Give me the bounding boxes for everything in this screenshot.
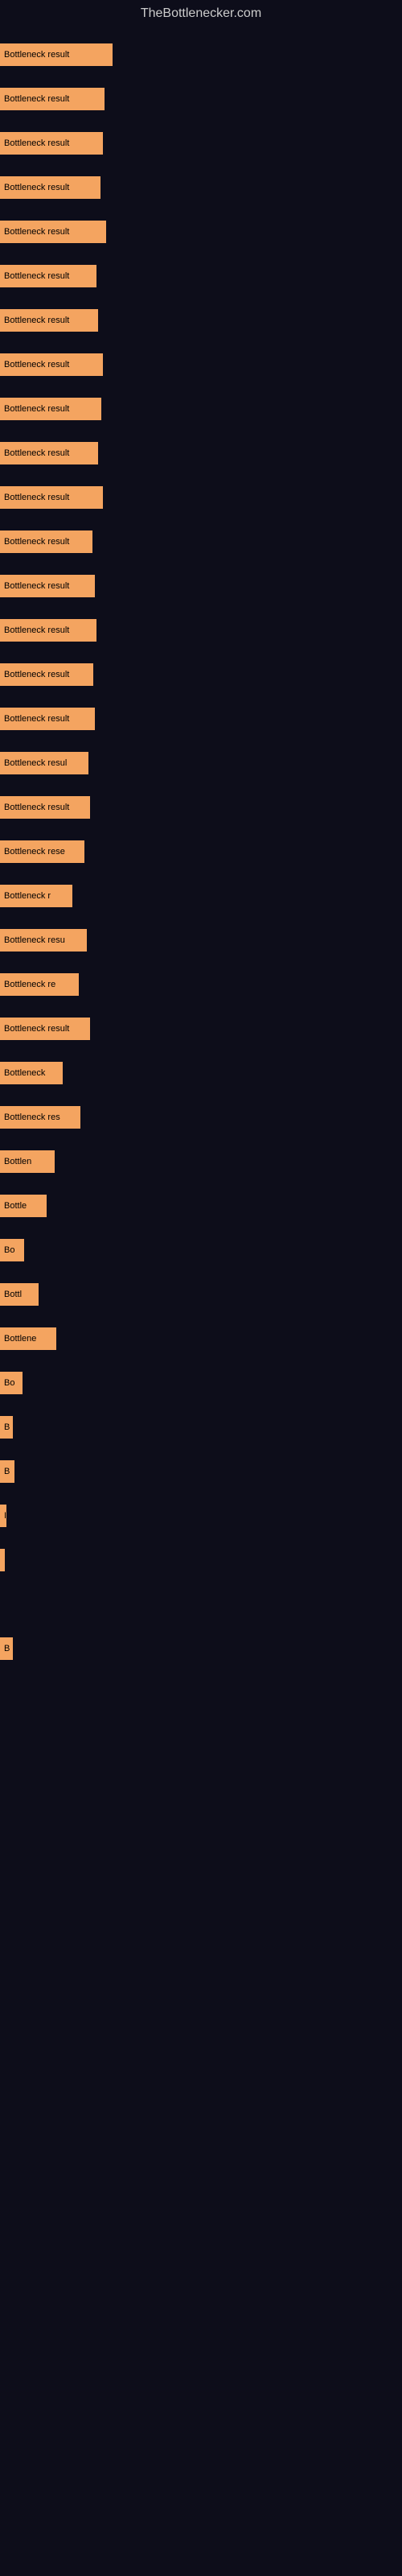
bar-item: Bottleneck result — [0, 88, 105, 110]
bar-label: Bottlen — [4, 1157, 31, 1166]
bar-item: Bottleneck result — [0, 398, 101, 420]
bar-item: Bottleneck res — [0, 1106, 80, 1129]
bar-item: Bottleneck rese — [0, 840, 84, 863]
bar-label: Bottleneck result — [4, 803, 69, 812]
bar-item: Bottleneck result — [0, 265, 96, 287]
bar-label: Bottleneck result — [4, 625, 69, 635]
bar-label: B — [4, 1422, 10, 1432]
bar-label: Bottleneck resul — [4, 758, 67, 768]
bar-label: I — [4, 1555, 5, 1565]
bar-item: Bottleneck result — [0, 796, 90, 819]
bar-label: Bottleneck rese — [4, 847, 65, 857]
bar-label: Bottle — [4, 1201, 27, 1211]
bar-item: B — [0, 1637, 13, 1660]
bar-item: Bottleneck result — [0, 132, 103, 155]
bar-item: Bottleneck result — [0, 530, 92, 553]
bar-label: B — [4, 1467, 10, 1476]
bar-item: Bottleneck result — [0, 353, 103, 376]
bar-item: B — [0, 1460, 14, 1483]
bar-label: Bottleneck result — [4, 94, 69, 104]
bar-label: Bo — [4, 1378, 14, 1388]
bar-item: B — [0, 1416, 13, 1439]
bar-label: Bottleneck r — [4, 891, 51, 901]
bar-item: Bottleneck resu — [0, 929, 87, 952]
bar-label: Bottlene — [4, 1334, 36, 1344]
bar-label: Bottleneck result — [4, 448, 69, 458]
bar-item: Bottlen — [0, 1150, 55, 1173]
bar-label: Bottleneck — [4, 1068, 45, 1078]
bar-label: Bottleneck result — [4, 581, 69, 591]
bar-label: Bottleneck result — [4, 404, 69, 414]
bar-item: Bottleneck result — [0, 663, 93, 686]
bar-label: Bottl — [4, 1290, 22, 1299]
bar-item: Bo — [0, 1372, 23, 1394]
bar-item: I — [0, 1549, 5, 1571]
bar-item: Bottleneck result — [0, 575, 95, 597]
site-title: TheBottlenecker.com — [0, 0, 402, 27]
bar-label: Bottleneck result — [4, 227, 69, 237]
bar-label: Bottleneck result — [4, 316, 69, 325]
bar-label: I — [4, 1511, 6, 1521]
bar-label: Bottleneck resu — [4, 935, 65, 945]
bar-item: Bottlene — [0, 1327, 56, 1350]
bar-item: Bo — [0, 1239, 24, 1261]
bar-label: Bottleneck result — [4, 138, 69, 148]
bar-item: Bottleneck re — [0, 973, 79, 996]
bar-label: B — [4, 1644, 10, 1653]
bar-label: Bottleneck result — [4, 271, 69, 281]
bar-item: Bottleneck result — [0, 486, 103, 509]
bars-container: Bottleneck result Bottleneck result Bottle… — [0, 27, 402, 2563]
bar-label: Bottleneck result — [4, 50, 69, 60]
bar-label: Bottleneck result — [4, 714, 69, 724]
bar-item: Bottleneck result — [0, 1018, 90, 1040]
bar-item: Bottleneck result — [0, 309, 98, 332]
bar-label: Bottleneck result — [4, 537, 69, 547]
bar-item: Bottleneck resul — [0, 752, 88, 774]
bar-item: Bottleneck result — [0, 708, 95, 730]
bar-item: Bottleneck r — [0, 885, 72, 907]
bar-label: Bottleneck res — [4, 1113, 60, 1122]
bar-item: Bottleneck result — [0, 619, 96, 642]
bar-label: Bottleneck result — [4, 360, 69, 369]
bar-label: Bottleneck result — [4, 1024, 69, 1034]
bar-item: Bottleneck result — [0, 221, 106, 243]
bar-label: Bottleneck result — [4, 183, 69, 192]
bar-item: Bottleneck result — [0, 176, 100, 199]
bar-item: Bottle — [0, 1195, 47, 1217]
bar-item: I — [0, 1505, 6, 1527]
bar-item: Bottl — [0, 1283, 39, 1306]
bar-item: Bottleneck — [0, 1062, 63, 1084]
bar-label: Bottleneck result — [4, 670, 69, 679]
bar-label: Bottleneck re — [4, 980, 55, 989]
page-container: TheBottlenecker.com Bottleneck resultBot… — [0, 0, 402, 2576]
bar-item: Bottleneck result — [0, 43, 113, 66]
bar-item: Bottleneck result — [0, 442, 98, 464]
bar-label: Bo — [4, 1245, 14, 1255]
bar-label: Bottleneck result — [4, 493, 69, 502]
